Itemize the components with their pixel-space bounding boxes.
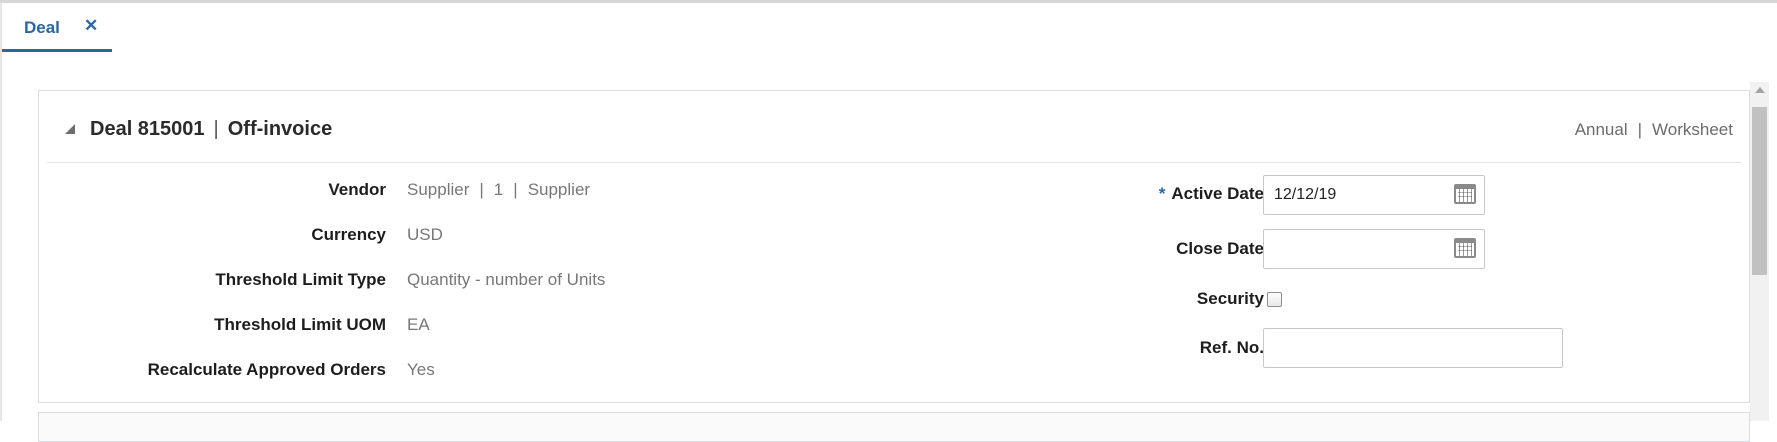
active-date-input[interactable] <box>1264 176 1484 214</box>
vendor-label: Vendor <box>328 180 386 199</box>
threshold-limit-type-label: Threshold Limit Type <box>215 270 386 289</box>
recalculate-approved-orders-label: Recalculate Approved Orders <box>147 360 386 379</box>
links-separator: | <box>1637 120 1643 139</box>
threshold-limit-uom-label: Threshold Limit UOM <box>214 315 386 334</box>
calendar-icon[interactable] <box>1454 238 1476 258</box>
deal-panel: Deal 815001 | Off-invoice Annual | Worksheet… <box>38 90 1750 403</box>
deal-number: Deal 815001 <box>90 118 205 140</box>
threshold-limit-type-value: Quantity - number of Units <box>407 270 606 289</box>
annual-link[interactable]: Annual <box>1575 120 1628 139</box>
title-separator: | <box>213 118 219 140</box>
header-divider <box>47 162 1741 163</box>
scroll-up-arrow-icon[interactable] <box>1755 87 1765 93</box>
top-border <box>0 0 1777 3</box>
header-links: Annual | Worksheet <box>1575 120 1733 140</box>
ref-no-field <box>1263 328 1563 368</box>
vendor-value: Supplier | 1 | Supplier <box>407 180 590 200</box>
tab-deal-label: Deal <box>24 18 60 37</box>
close-icon[interactable]: ✕ <box>84 16 98 36</box>
worksheet-link[interactable]: Worksheet <box>1652 120 1733 139</box>
active-date-label: Active Date <box>1171 184 1264 203</box>
panel-title: Deal 815001 | Off-invoice <box>90 118 332 141</box>
close-date-field <box>1263 229 1485 269</box>
calendar-icon[interactable] <box>1454 184 1476 204</box>
collapse-triangle-icon[interactable] <box>65 124 75 134</box>
security-checkbox[interactable] <box>1267 292 1282 307</box>
vendor-separator-1: | <box>479 180 484 199</box>
active-date-field <box>1263 175 1485 215</box>
close-date-label: Close Date <box>1176 239 1264 258</box>
vendor-separator-2: | <box>513 180 518 199</box>
currency-value: USD <box>407 225 443 244</box>
threshold-limit-uom-value: EA <box>407 315 430 334</box>
next-panel <box>38 412 1750 442</box>
recalculate-approved-orders-value: Yes <box>407 360 435 379</box>
ref-no-label: Ref. No. <box>1199 338 1264 357</box>
left-border <box>0 3 2 421</box>
vendor-part-3: Supplier <box>527 180 591 199</box>
required-marker: * <box>1158 184 1166 203</box>
security-label: Security <box>1196 289 1264 308</box>
deal-type: Off-invoice <box>227 118 333 140</box>
currency-label: Currency <box>311 225 386 244</box>
ref-no-input[interactable] <box>1264 329 1562 367</box>
scrollbar-thumb[interactable] <box>1752 107 1767 275</box>
vendor-part-1: Supplier <box>407 180 470 199</box>
vendor-part-2: 1 <box>493 180 504 199</box>
active-date-label-wrap: * Active Date <box>1159 184 1264 204</box>
tab-deal[interactable]: Deal ✕ <box>2 3 112 52</box>
close-date-input[interactable] <box>1264 230 1484 268</box>
